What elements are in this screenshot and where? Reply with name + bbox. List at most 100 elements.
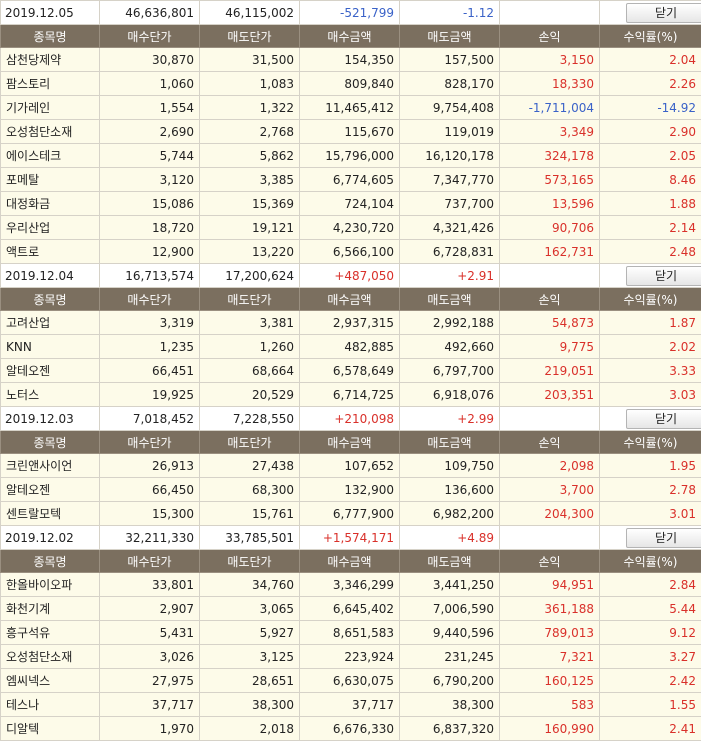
column-header-name: 종목명 [1, 550, 100, 573]
day-summary-row: 2019.12.0546,636,80146,115,002-521,799-1… [1, 1, 701, 25]
summary-action-cell: 닫기 [600, 407, 701, 431]
cell-name: KNN [1, 335, 100, 359]
cell-sell-price: 2,768 [200, 120, 300, 144]
table-row[interactable]: 한올바이오파33,80134,7603,346,2993,441,25094,9… [1, 573, 701, 597]
summary-buy-total: 32,211,330 [100, 526, 200, 550]
cell-sell-amount: 4,321,426 [400, 216, 500, 240]
table-row[interactable]: 센트랄모텍15,30015,7616,777,9006,982,200204,3… [1, 502, 701, 526]
cell-buy-amount: 6,630,075 [300, 669, 400, 693]
cell-buy-price: 2,690 [100, 120, 200, 144]
cell-pnl: 3,349 [500, 120, 600, 144]
cell-name: 한올바이오파 [1, 573, 100, 597]
table-row[interactable]: 알테오젠66,45168,6646,578,6496,797,700219,05… [1, 359, 701, 383]
table-row[interactable]: 액트로12,90013,2206,566,1006,728,831162,731… [1, 240, 701, 264]
table-row[interactable]: 알테오젠66,45068,300132,900136,6003,7002.78 [1, 478, 701, 502]
cell-buy-amount: 11,465,412 [300, 96, 400, 120]
cell-rate: 2.90 [600, 120, 701, 144]
close-button[interactable]: 닫기 [626, 528, 701, 548]
table-row[interactable]: 엠씨넥스27,97528,6516,630,0756,790,200160,12… [1, 669, 701, 693]
cell-rate: 2.14 [600, 216, 701, 240]
table-row[interactable]: 우리산업18,72019,1214,230,7204,321,42690,706… [1, 216, 701, 240]
day-summary-row: 2019.12.0232,211,33033,785,501+1,574,171… [1, 526, 701, 550]
table-row[interactable]: 에이스테크5,7445,86215,796,00016,120,178324,1… [1, 144, 701, 168]
table-row[interactable]: 팜스토리1,0601,083809,840828,17018,3302.26 [1, 72, 701, 96]
summary-rate: +4.89 [400, 526, 500, 550]
cell-rate: 5.44 [600, 597, 701, 621]
trade-history-body: 2019.12.0546,636,80146,115,002-521,799-1… [1, 1, 701, 741]
cell-buy-price: 5,744 [100, 144, 200, 168]
cell-sell-amount: 109,750 [400, 454, 500, 478]
cell-sell-price: 1,260 [200, 335, 300, 359]
cell-pnl: 18,330 [500, 72, 600, 96]
table-row[interactable]: 흥구석유5,4315,9278,651,5839,440,596789,0139… [1, 621, 701, 645]
summary-sell-total: 46,115,002 [200, 1, 300, 25]
cell-sell-amount: 6,790,200 [400, 669, 500, 693]
cell-pnl: 3,700 [500, 478, 600, 502]
cell-pnl: 361,188 [500, 597, 600, 621]
cell-buy-amount: 6,777,900 [300, 502, 400, 526]
cell-sell-price: 5,862 [200, 144, 300, 168]
cell-rate: 9.12 [600, 621, 701, 645]
column-header-sell-amount: 매도금액 [400, 25, 500, 48]
cell-buy-amount: 15,796,000 [300, 144, 400, 168]
table-row[interactable]: 노터스19,92520,5296,714,7256,918,076203,351… [1, 383, 701, 407]
table-row[interactable]: 오성첨단소재2,6902,768115,670119,0193,3492.90 [1, 120, 701, 144]
cell-buy-amount: 154,350 [300, 48, 400, 72]
cell-sell-amount: 9,440,596 [400, 621, 500, 645]
table-row[interactable]: 화천기계2,9073,0656,645,4027,006,590361,1885… [1, 597, 701, 621]
table-row[interactable]: 삼천당제약30,87031,500154,350157,5003,1502.04 [1, 48, 701, 72]
column-header-pnl: 손익 [500, 288, 600, 311]
cell-name: 화천기계 [1, 597, 100, 621]
cell-pnl: 9,775 [500, 335, 600, 359]
table-row[interactable]: 포메탈3,1203,3856,774,6057,347,770573,1658.… [1, 168, 701, 192]
column-header-sell-price: 매도단가 [200, 25, 300, 48]
cell-rate: 8.46 [600, 168, 701, 192]
cell-sell-amount: 828,170 [400, 72, 500, 96]
cell-buy-amount: 115,670 [300, 120, 400, 144]
cell-pnl: 219,051 [500, 359, 600, 383]
table-row[interactable]: 오성첨단소재3,0263,125223,924231,2457,3213.27 [1, 645, 701, 669]
summary-pnl: +487,050 [300, 264, 400, 288]
cell-sell-amount: 6,918,076 [400, 383, 500, 407]
cell-pnl: 54,873 [500, 311, 600, 335]
column-header-buy-amount: 매수금액 [300, 25, 400, 48]
column-header-name: 종목명 [1, 288, 100, 311]
close-button[interactable]: 닫기 [626, 266, 701, 286]
cell-sell-amount: 7,006,590 [400, 597, 500, 621]
table-row[interactable]: 크린앤사이언26,91327,438107,652109,7502,0981.9… [1, 454, 701, 478]
summary-sell-total: 17,200,624 [200, 264, 300, 288]
cell-sell-price: 1,083 [200, 72, 300, 96]
summary-buy-total: 46,636,801 [100, 1, 200, 25]
column-header-rate: 수익률(%) [600, 431, 701, 454]
cell-buy-price: 3,026 [100, 645, 200, 669]
close-button[interactable]: 닫기 [626, 3, 701, 23]
summary-date: 2019.12.05 [1, 1, 100, 25]
table-row[interactable]: 고려산업3,3193,3812,937,3152,992,18854,8731.… [1, 311, 701, 335]
column-header-pnl: 손익 [500, 550, 600, 573]
cell-sell-amount: 157,500 [400, 48, 500, 72]
cell-pnl: 7,321 [500, 645, 600, 669]
cell-buy-price: 12,900 [100, 240, 200, 264]
table-row[interactable]: KNN1,2351,260482,885492,6609,7752.02 [1, 335, 701, 359]
column-header-buy-amount: 매수금액 [300, 288, 400, 311]
cell-pnl: 324,178 [500, 144, 600, 168]
cell-buy-price: 66,451 [100, 359, 200, 383]
cell-name: 삼천당제약 [1, 48, 100, 72]
column-header-row: 종목명매수단가매도단가매수금액매도금액손익수익률(%) [1, 431, 701, 454]
table-row[interactable]: 테스나37,71738,30037,71738,3005831.55 [1, 693, 701, 717]
cell-rate: 1.95 [600, 454, 701, 478]
cell-buy-amount: 132,900 [300, 478, 400, 502]
cell-pnl: 162,731 [500, 240, 600, 264]
cell-sell-amount: 6,982,200 [400, 502, 500, 526]
cell-rate: 2.48 [600, 240, 701, 264]
table-row[interactable]: 기가레인1,5541,32211,465,4129,754,408-1,711,… [1, 96, 701, 120]
cell-sell-amount: 38,300 [400, 693, 500, 717]
table-row[interactable]: 대정화금15,08615,369724,104737,70013,5961.88 [1, 192, 701, 216]
cell-buy-amount: 2,937,315 [300, 311, 400, 335]
summary-spacer [500, 526, 600, 550]
cell-sell-price: 34,760 [200, 573, 300, 597]
cell-sell-amount: 3,441,250 [400, 573, 500, 597]
cell-buy-price: 27,975 [100, 669, 200, 693]
day-summary-row: 2019.12.037,018,4527,228,550+210,098+2.9… [1, 407, 701, 431]
close-button[interactable]: 닫기 [626, 409, 701, 429]
